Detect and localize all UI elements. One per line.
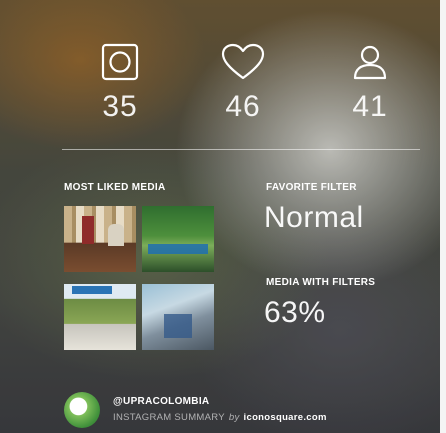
- favorite-filter-value: Normal: [264, 201, 364, 234]
- instagram-summary-card: 35 46 41 MOST LIKED MEDIA FAVORITE FILTE…: [0, 0, 446, 433]
- media-with-filters-value: 63%: [264, 296, 326, 329]
- stat-followers: 41: [330, 40, 410, 124]
- photo-icon: [80, 40, 160, 84]
- stat-followers-count: 41: [352, 90, 388, 123]
- footer-summary-label: INSTAGRAM SUMMARY: [113, 412, 225, 423]
- footer-summary: INSTAGRAM SUMMARY by iconosquare.com: [113, 412, 327, 423]
- media-thumbnail-2[interactable]: [142, 206, 214, 272]
- page-edge: [440, 0, 446, 433]
- media-thumbnail-1[interactable]: [64, 206, 136, 272]
- stat-likes: 46: [203, 40, 283, 124]
- heart-icon: [203, 40, 283, 84]
- most-liked-media-label: MOST LIKED MEDIA: [64, 182, 166, 193]
- footer-by-text: by: [228, 412, 240, 423]
- media-thumbnail-4[interactable]: [142, 284, 214, 350]
- stat-media-count: 35: [102, 90, 138, 123]
- stat-likes-count: 46: [225, 90, 261, 123]
- divider: [62, 149, 420, 150]
- stat-media: 35: [80, 40, 160, 124]
- footer-username: @UPRACOLOMBIA: [113, 396, 210, 407]
- media-thumbnail-3[interactable]: [64, 284, 136, 350]
- footer-brand-link[interactable]: iconosquare.com: [244, 412, 327, 423]
- user-icon: [330, 40, 410, 84]
- media-with-filters-label: MEDIA WITH FILTERS: [266, 277, 376, 288]
- favorite-filter-label: FAVORITE FILTER: [266, 182, 357, 193]
- profile-avatar: [64, 392, 100, 428]
